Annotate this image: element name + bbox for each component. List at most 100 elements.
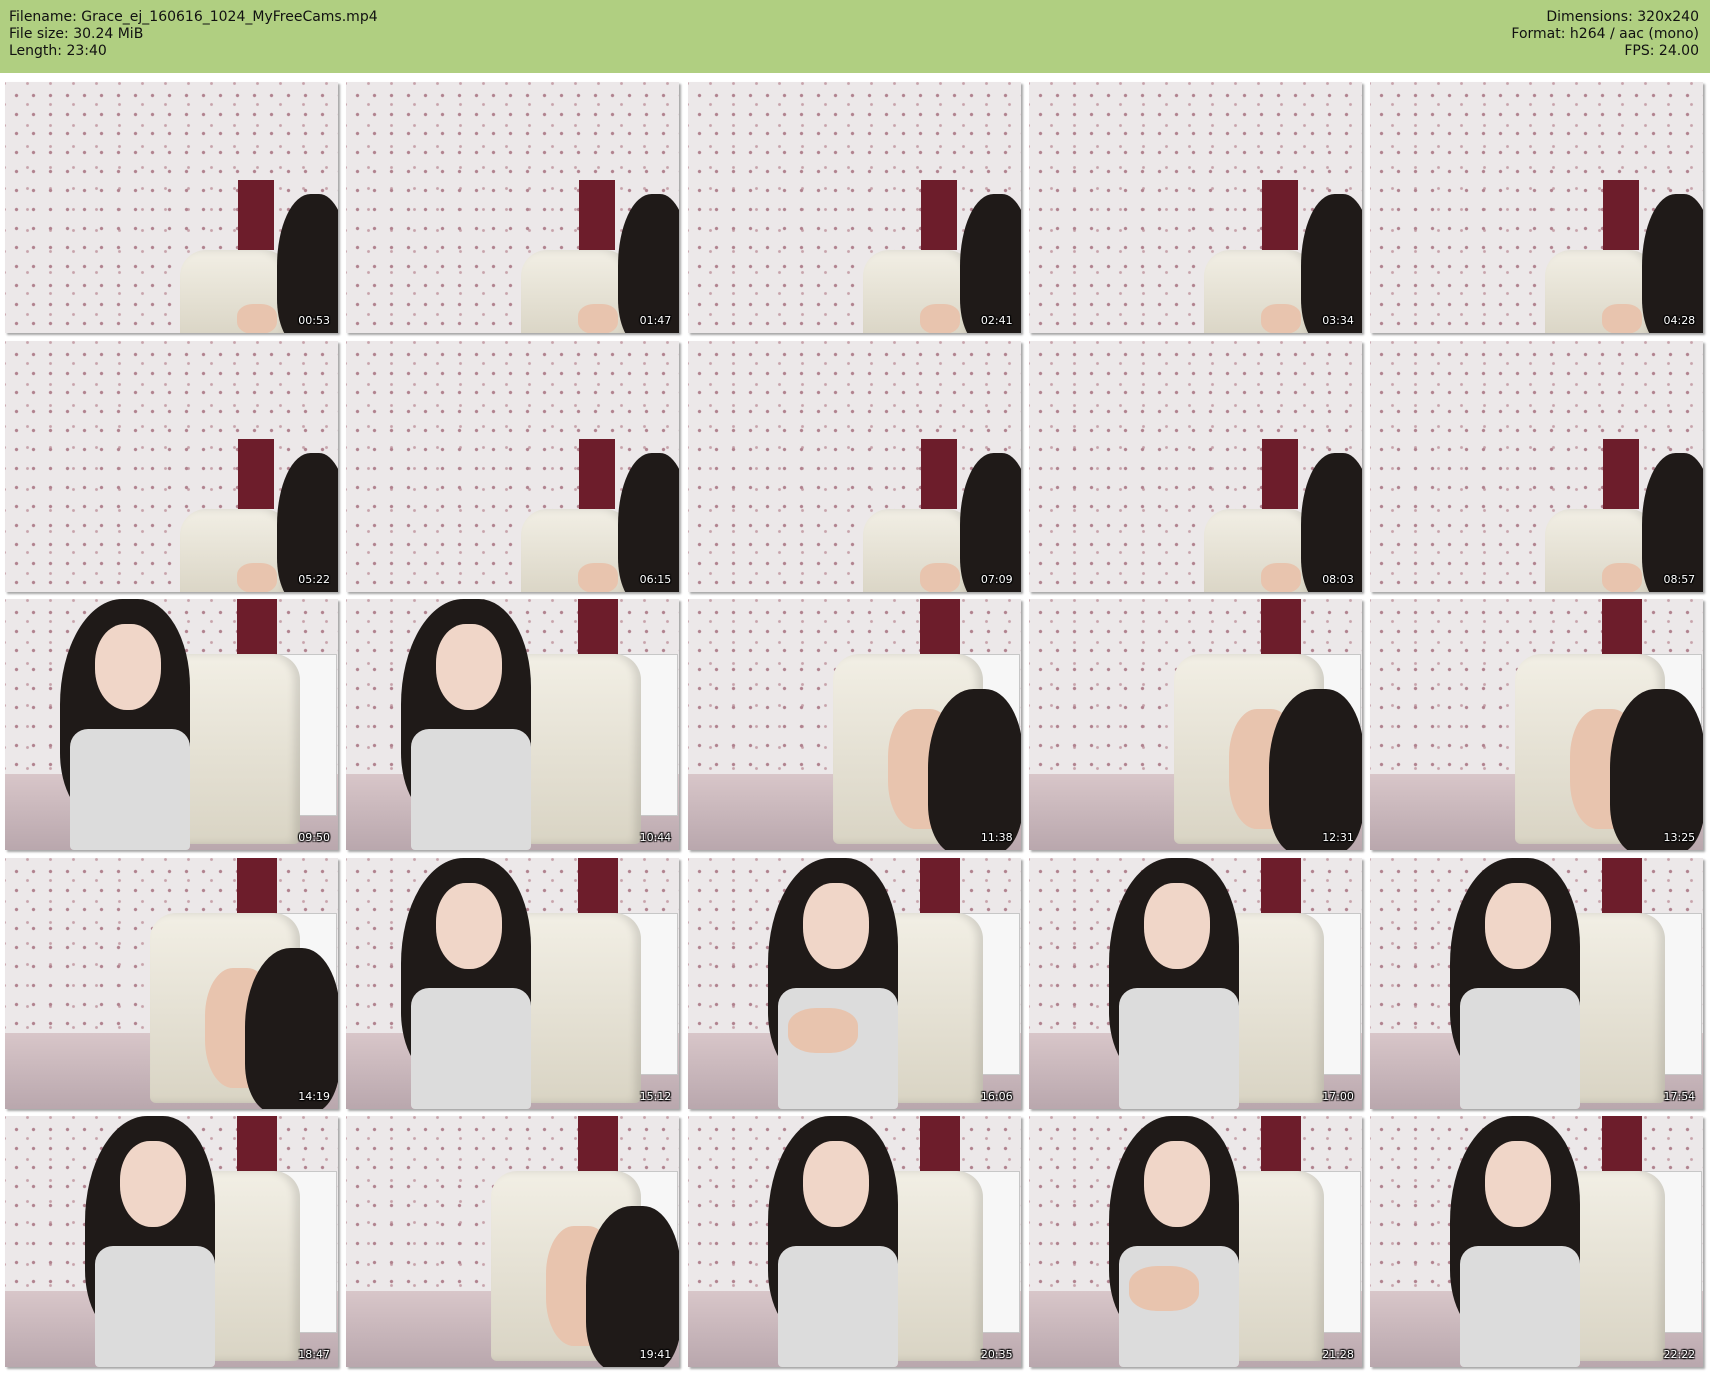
- thumbnail-timestamp: 01:47: [639, 314, 672, 327]
- hair: [245, 947, 338, 1109]
- thumbnail-timestamp: 14:19: [298, 1089, 330, 1103]
- hair-edge: [277, 452, 338, 592]
- filesize-label: File size: 30.24 MiB: [9, 26, 144, 42]
- tank-top: [1460, 987, 1581, 1109]
- hair-edge: [1642, 194, 1704, 333]
- fps-label: FPS: 24.00: [1624, 43, 1699, 59]
- thumbnail-timestamp: 03:34: [1322, 314, 1354, 327]
- hair-edge: [618, 194, 680, 333]
- video-thumbnail[interactable]: 06:15: [346, 340, 680, 592]
- tank-top: [411, 729, 532, 850]
- doorway: [1603, 438, 1640, 509]
- tank-top: [1460, 1246, 1581, 1367]
- thumbnail-timestamp: 07:09: [980, 572, 1013, 586]
- thumbnail-timestamp: 06:15: [639, 572, 672, 586]
- video-thumbnail[interactable]: 22:22: [1370, 1116, 1704, 1367]
- tank-top: [1118, 987, 1239, 1109]
- tank-top: [411, 987, 532, 1109]
- thumbnail-timestamp: 12:31: [1322, 831, 1354, 844]
- hair-edge: [959, 452, 1021, 592]
- face: [802, 882, 869, 969]
- video-thumbnail[interactable]: 21:28: [1028, 1116, 1362, 1367]
- video-thumbnail[interactable]: 01:47: [346, 82, 680, 333]
- hair-edge: [1642, 452, 1704, 592]
- thumbnail-timestamp: 22:22: [1663, 1348, 1696, 1361]
- video-thumbnail[interactable]: 07:09: [687, 340, 1021, 592]
- tank-top: [777, 1246, 898, 1367]
- video-thumbnail[interactable]: 19:41: [346, 1116, 680, 1367]
- doorway: [1261, 180, 1298, 250]
- knee: [1602, 304, 1643, 333]
- hair-edge: [1300, 194, 1362, 333]
- face: [436, 624, 503, 710]
- hands-phone: [1128, 1266, 1199, 1311]
- doorway: [1261, 438, 1298, 509]
- hair: [586, 1206, 680, 1367]
- face: [1485, 1141, 1552, 1227]
- doorway: [579, 180, 616, 250]
- knee: [1602, 562, 1643, 592]
- face: [120, 1141, 186, 1227]
- thumbnail-timestamp: 19:41: [639, 1348, 672, 1361]
- doorway: [1603, 180, 1640, 250]
- dimensions-label: Dimensions: 320x240: [1546, 9, 1699, 25]
- video-thumbnail[interactable]: 14:19: [5, 857, 338, 1109]
- video-thumbnail[interactable]: 11:38: [687, 599, 1021, 850]
- face: [1143, 882, 1210, 969]
- thumbnail-timestamp: 15:12: [639, 1089, 672, 1103]
- video-thumbnail[interactable]: 02:41: [687, 82, 1021, 333]
- doorway: [579, 438, 616, 509]
- video-thumbnail[interactable]: 04:28: [1370, 82, 1704, 333]
- hair: [1610, 689, 1704, 850]
- knee: [578, 304, 619, 333]
- video-thumbnail[interactable]: 17:00: [1028, 857, 1362, 1109]
- video-thumbnail[interactable]: 08:57: [1370, 340, 1704, 592]
- thumbnail-timestamp: 09:50: [298, 831, 330, 844]
- thumbnail-timestamp: 16:06: [980, 1089, 1013, 1103]
- thumbnail-timestamp: 21:28: [1322, 1348, 1354, 1361]
- video-thumbnail[interactable]: 03:34: [1028, 82, 1362, 333]
- video-thumbnail[interactable]: 20:35: [687, 1116, 1021, 1367]
- video-thumbnail[interactable]: 00:53: [5, 82, 338, 333]
- video-thumbnail[interactable]: 15:12: [346, 857, 680, 1109]
- format-label: Format: h264 / aac (mono): [1511, 26, 1699, 42]
- tank-top: [70, 729, 190, 850]
- video-thumbnail[interactable]: 18:47: [5, 1116, 338, 1367]
- video-thumbnail[interactable]: 12:31: [1028, 599, 1362, 850]
- doorway: [920, 438, 957, 509]
- hair: [927, 689, 1021, 850]
- file-meta-left: Filename: Grace_ej_160616_1024_MyFreeCam…: [9, 9, 378, 60]
- hair-edge: [618, 452, 680, 592]
- thumbnail-timestamp: 17:54: [1663, 1089, 1696, 1103]
- video-thumbnail[interactable]: 05:22: [5, 340, 338, 592]
- video-thumbnail[interactable]: 16:06: [687, 857, 1021, 1109]
- knee: [919, 304, 960, 333]
- thumbnail-timestamp: 05:22: [298, 572, 330, 586]
- hair-edge: [1300, 452, 1362, 592]
- doorway: [920, 180, 957, 250]
- knee: [578, 562, 619, 592]
- face: [802, 1141, 869, 1227]
- length-label: Length: 23:40: [9, 43, 107, 59]
- file-meta-right: Dimensions: 320x240 Format: h264 / aac (…: [1511, 9, 1699, 60]
- knee: [1260, 304, 1301, 333]
- doorway: [238, 438, 274, 509]
- face: [436, 882, 503, 969]
- thumbnail-timestamp: 10:44: [639, 831, 672, 844]
- thumbnail-timestamp: 02:41: [980, 314, 1013, 327]
- thumbnail-timestamp: 13:25: [1663, 831, 1696, 844]
- hair: [1268, 689, 1362, 850]
- filename-label: Filename: Grace_ej_160616_1024_MyFreeCam…: [9, 9, 378, 25]
- face: [1143, 1141, 1210, 1227]
- video-thumbnail[interactable]: 13:25: [1370, 599, 1704, 850]
- video-thumbnail[interactable]: 17:54: [1370, 857, 1704, 1109]
- thumbnail-timestamp: 20:35: [980, 1348, 1013, 1361]
- video-thumbnail[interactable]: 09:50: [5, 599, 338, 850]
- video-thumbnail[interactable]: 10:44: [346, 599, 680, 850]
- video-thumbnail[interactable]: 08:03: [1028, 340, 1362, 592]
- hands-phone: [787, 1007, 858, 1053]
- thumbnail-timestamp: 00:53: [298, 314, 330, 327]
- thumbnail-timestamp: 18:47: [298, 1348, 330, 1361]
- thumbnail-timestamp: 08:57: [1663, 572, 1696, 586]
- doorway: [238, 180, 274, 250]
